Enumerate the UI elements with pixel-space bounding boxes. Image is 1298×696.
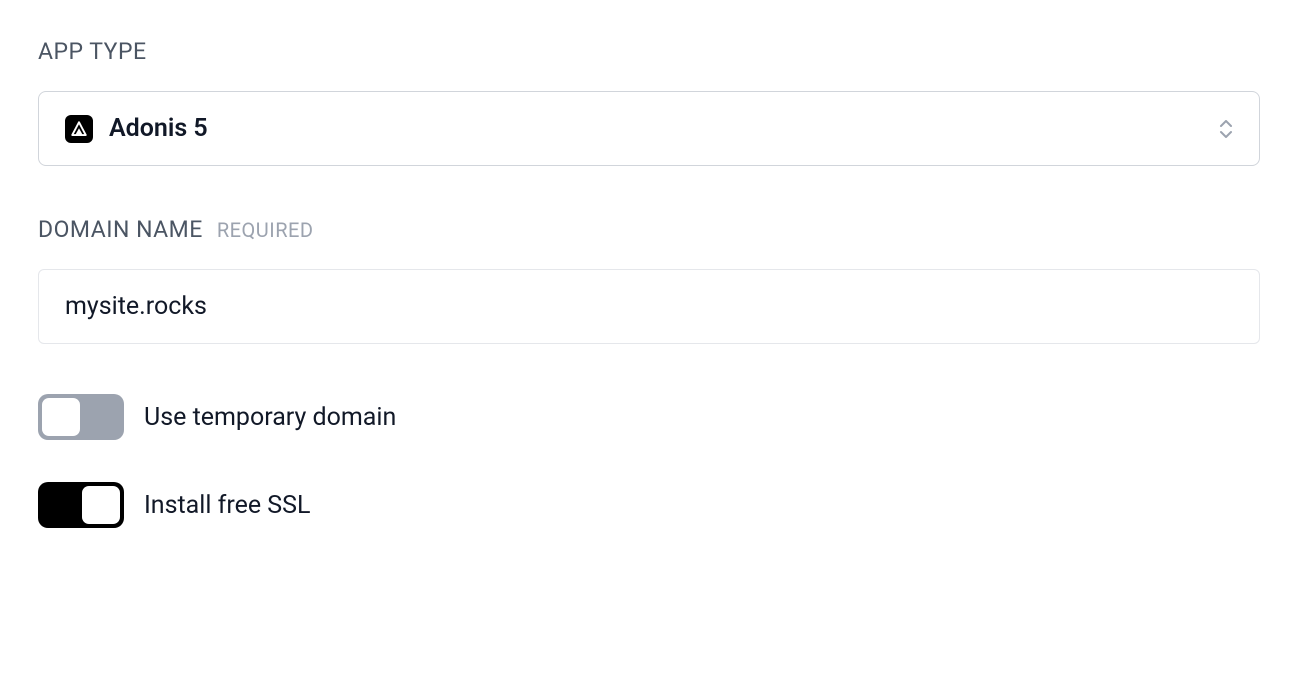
app-type-value: Adonis 5 [109, 114, 208, 143]
chevron-updown-icon [1219, 120, 1233, 138]
install-ssl-toggle[interactable] [38, 482, 124, 528]
required-badge: REQUIRED [217, 218, 314, 242]
app-type-field: APP TYPE Adonis 5 [38, 38, 1260, 166]
temporary-domain-toggle[interactable] [38, 394, 124, 440]
domain-name-label: DOMAIN NAME [38, 216, 203, 243]
install-ssl-row: Install free SSL [38, 482, 1260, 528]
install-ssl-label: Install free SSL [144, 491, 310, 520]
select-content: Adonis 5 [65, 114, 208, 143]
toggle-knob [42, 398, 80, 436]
toggle-knob [82, 486, 120, 524]
adonis-icon [65, 115, 93, 143]
temporary-domain-row: Use temporary domain [38, 394, 1260, 440]
domain-name-field: DOMAIN NAME REQUIRED [38, 216, 1260, 344]
domain-name-input[interactable] [38, 269, 1260, 344]
app-type-label: APP TYPE [38, 38, 1260, 65]
app-type-select[interactable]: Adonis 5 [38, 91, 1260, 166]
temporary-domain-label: Use temporary domain [144, 403, 396, 432]
domain-name-label-row: DOMAIN NAME REQUIRED [38, 216, 1260, 243]
